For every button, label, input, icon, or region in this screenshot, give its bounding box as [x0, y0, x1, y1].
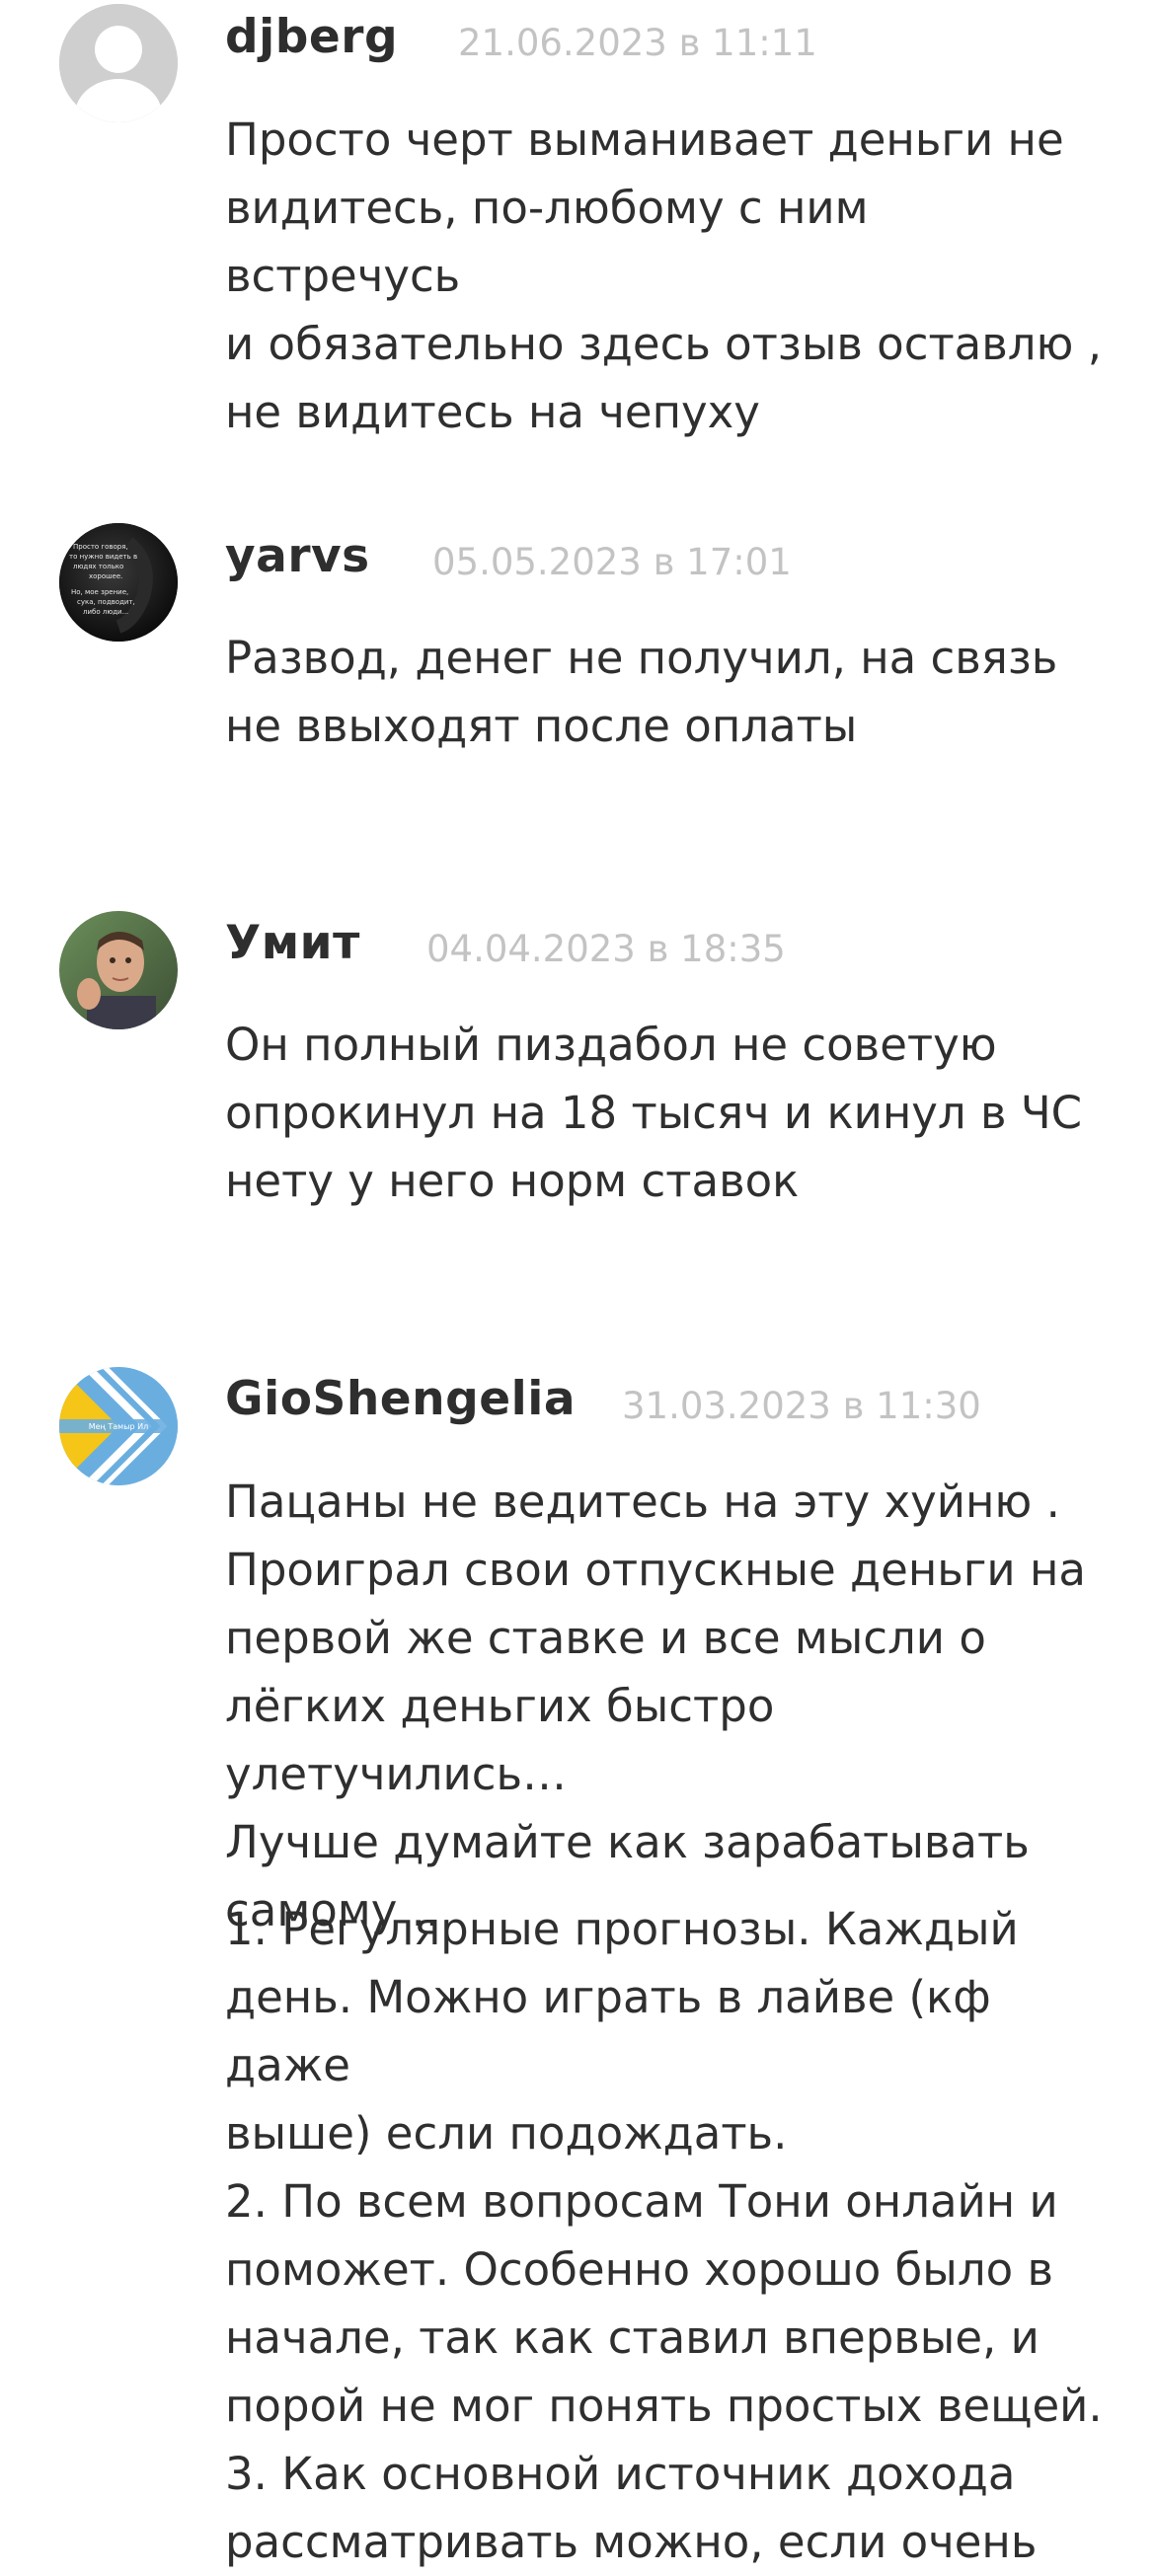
svg-text:сука, подводит,: сука, подводит, [77, 598, 135, 606]
comment-text: Просто черт выманивает деньги не видитес… [225, 114, 1103, 438]
svg-text:Просто говоря,: Просто говоря, [73, 543, 128, 551]
comment-author[interactable]: djberg [225, 10, 398, 64]
svg-text:хорошее.: хорошее. [89, 572, 122, 580]
user-avatar-flag-emblem[interactable]: Мең Тамыр Ил [59, 1367, 178, 1485]
svg-text:либо люди...: либо люди... [83, 608, 128, 616]
comment-date: 04.04.2023 в 18:35 [426, 928, 786, 970]
comment-date: 05.05.2023 в 17:01 [432, 541, 792, 583]
flag-emblem-text: Мең Тамыр Ил [89, 1422, 149, 1431]
comment-author[interactable]: yarvs [225, 529, 370, 583]
svg-text:людях только: людях только [73, 563, 123, 570]
comment-text: Развод, денег не получил, на связь не вв… [225, 632, 1058, 752]
user-avatar-photo[interactable] [59, 911, 178, 1029]
svg-text:то нужно видеть в: то нужно видеть в [69, 553, 137, 561]
comment-text-continued: 1. Регулярные прогнозы. Каждый день. Мож… [225, 1903, 1103, 2568]
comment-date: 21.06.2023 в 11:11 [458, 22, 817, 64]
comment-date: 31.03.2023 в 11:30 [622, 1385, 981, 1427]
comment-text: Он полный пиздабол не советую опрокинул … [225, 1019, 1083, 1207]
user-avatar-dark-quote[interactable]: Просто говоря, то нужно видеть в людях т… [59, 523, 178, 642]
svg-text:Но, мое зрение,: Но, мое зрение, [71, 588, 128, 596]
user-avatar-default[interactable] [59, 4, 178, 122]
comment-author[interactable]: Умит [225, 916, 360, 970]
comment-author[interactable]: GioShengelia [225, 1372, 576, 1426]
comment-text: Пацаны не ведитесь на эту хуйню . Проигр… [225, 1476, 1086, 1936]
